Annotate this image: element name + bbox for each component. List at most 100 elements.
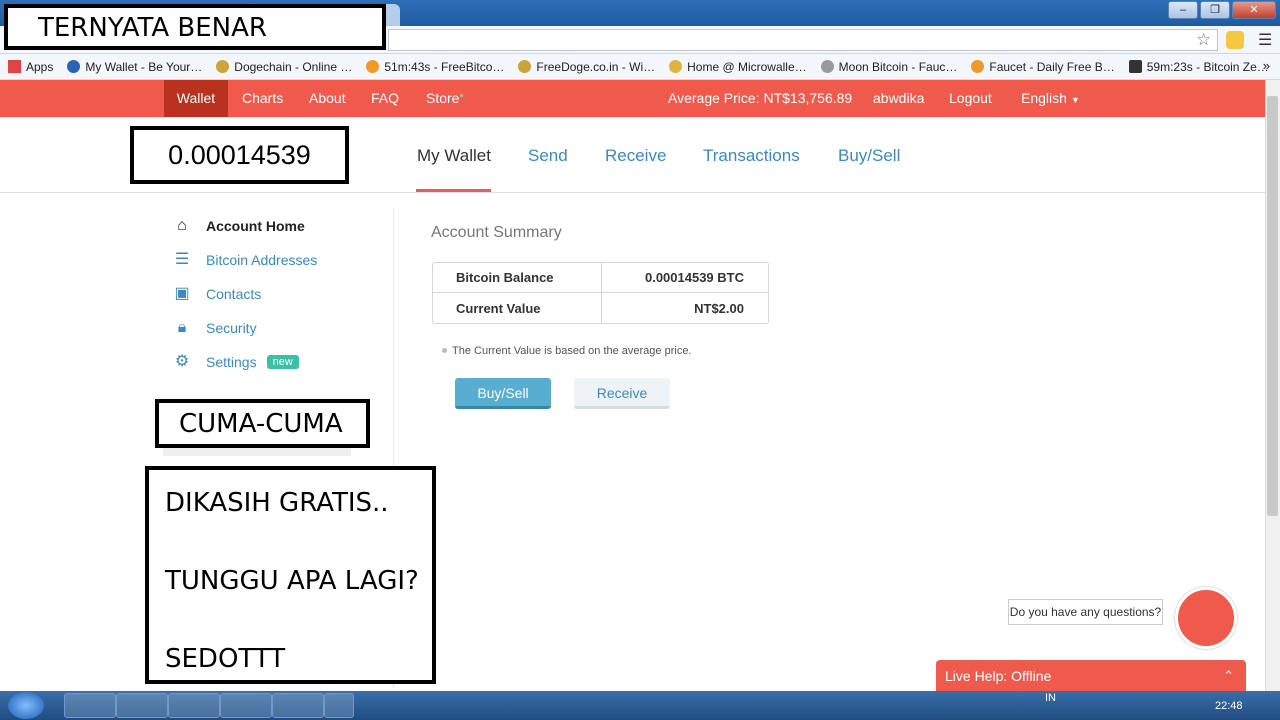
- bookmark-moon-bitcoin[interactable]: Moon Bitcoin - Fauc…: [820, 59, 958, 74]
- gear-icon: ⚙: [174, 353, 190, 370]
- table-column-divider: [601, 263, 602, 323]
- message-line-3: SEDOTTT: [165, 644, 286, 674]
- bookmark-label: Moon Bitcoin - Fauc…: [838, 59, 958, 74]
- bookmark-label: Apps: [26, 59, 54, 74]
- list-icon: ☰: [174, 251, 190, 268]
- message-line-1: DIKASIH GRATIS..: [165, 488, 389, 518]
- sidebar-item-label: Contacts: [206, 286, 262, 302]
- bookmark-bitcoin-zebra[interactable]: 59m:23s - Bitcoin Ze…: [1128, 59, 1269, 74]
- language-indicator[interactable]: IN: [1045, 692, 1056, 704]
- bullet-icon: [442, 348, 447, 353]
- taskbar-clock[interactable]: 22:48: [1215, 700, 1243, 712]
- average-price: Average Price: NT$13,756.89: [668, 90, 853, 106]
- nav-username[interactable]: abwdika: [873, 80, 924, 117]
- bookmark-apps[interactable]: Apps: [8, 60, 53, 74]
- taskbar-app-icon[interactable]: [168, 693, 220, 718]
- minimize-button[interactable]: –: [1168, 1, 1198, 19]
- nav-logout[interactable]: Logout: [949, 80, 992, 117]
- new-badge: new: [266, 355, 299, 369]
- shield-icon: [67, 60, 81, 73]
- sidebar-item-account-home[interactable]: ⌂ Account Home: [172, 216, 305, 236]
- bookmark-freedoge[interactable]: FreeDoge.co.in - Wi…: [518, 60, 655, 74]
- balance-overlay: 0.00014539: [130, 126, 349, 184]
- moon-icon: [820, 60, 834, 73]
- message-line-2: TUNGGU APA LAGI?: [165, 566, 419, 596]
- sidebar-item-label: Security: [206, 320, 257, 336]
- address-bar[interactable]: [388, 29, 1218, 51]
- sidebar-item-label: Account Home: [206, 218, 305, 234]
- lock-icon: 🔒︎: [177, 319, 187, 336]
- bookmark-freebitco[interactable]: 51m:43s - FreeBitco…: [366, 60, 504, 74]
- sidebar-item-label: Settings: [206, 354, 257, 370]
- contacts-icon: ▣: [174, 285, 190, 302]
- bookmark-faucet[interactable]: Faucet - Daily Free B…: [971, 59, 1115, 74]
- chat-agent-avatar[interactable]: [1175, 587, 1237, 649]
- taskbar-explorer-icon[interactable]: [64, 693, 116, 718]
- nav-store-label: Store: [426, 90, 460, 106]
- system-tray[interactable]: IN: [1045, 692, 1056, 704]
- receive-button[interactable]: Receive: [574, 378, 670, 409]
- nav-faq[interactable]: FAQ: [371, 80, 399, 117]
- sidebar-item-contacts[interactable]: ▣ Contacts: [172, 284, 261, 304]
- nav-store[interactable]: Store*: [426, 80, 464, 117]
- header-divider: [0, 192, 1265, 193]
- sidebar-item-settings[interactable]: ⚙ Settings new: [172, 352, 299, 372]
- bookmark-label: 59m:23s - Bitcoin Ze…: [1146, 59, 1269, 74]
- nav-charts[interactable]: Charts: [242, 80, 283, 117]
- bookmark-my-wallet[interactable]: My Wallet - Be Your…: [67, 60, 202, 74]
- apps-icon: [8, 60, 21, 73]
- tab-buy-sell[interactable]: Buy/Sell: [838, 146, 900, 166]
- bitcoin-icon: [971, 60, 985, 73]
- buy-sell-button[interactable]: Buy/Sell: [455, 378, 551, 409]
- language-dropdown[interactable]: English ▼: [1021, 80, 1080, 117]
- bookmark-label: Home @ Microwalle…: [687, 59, 807, 74]
- current-value-note: The Current Value is based on the averag…: [452, 345, 692, 357]
- taskbar-app-icon[interactable]: [324, 693, 354, 718]
- microwallet-icon: [669, 60, 683, 73]
- scrollbar-thumb[interactable]: [1267, 96, 1278, 516]
- tab-transactions[interactable]: Transactions: [703, 146, 800, 166]
- current-value-label: Current Value: [456, 301, 541, 316]
- chat-prompt[interactable]: Do you have any questions?: [1008, 599, 1163, 625]
- bitcoin-icon: [366, 60, 380, 73]
- account-summary-title: Account Summary: [431, 224, 562, 241]
- language-label: English: [1021, 90, 1067, 106]
- cuma-overlay: CUMA-CUMA: [155, 399, 370, 448]
- tab-send[interactable]: Send: [528, 146, 568, 166]
- extension-icon[interactable]: [1226, 31, 1244, 49]
- taskbar-app-icon[interactable]: [220, 693, 272, 718]
- live-help-label: Live Help: Offline: [945, 668, 1052, 684]
- close-window-button[interactable]: ✕: [1232, 1, 1276, 19]
- start-button[interactable]: [8, 692, 44, 719]
- message-overlay: DIKASIH GRATIS.. TUNGGU APA LAGI? SEDOTT…: [145, 466, 436, 684]
- bitcoin-balance-label: Bitcoin Balance: [456, 270, 554, 285]
- tab-receive[interactable]: Receive: [605, 146, 666, 166]
- caret-down-icon: ▼: [1070, 95, 1080, 105]
- home-icon: ⌂: [177, 217, 187, 234]
- sidebar-item-bitcoin-addresses[interactable]: ☰ Bitcoin Addresses: [172, 250, 317, 270]
- bookmarks-bar: Apps My Wallet - Be Your… Dogechain - On…: [0, 54, 1280, 80]
- browser-menu-icon[interactable]: ☰: [1258, 30, 1272, 50]
- bookmark-star-icon[interactable]: ☆: [1196, 30, 1211, 50]
- title-overlay: TERNYATA BENAR: [4, 4, 386, 50]
- tab-my-wallet[interactable]: My Wallet: [417, 146, 491, 166]
- maximize-button[interactable]: ❐: [1200, 1, 1230, 19]
- doge-icon: [216, 60, 230, 73]
- taskbar-chrome-icon[interactable]: [116, 693, 168, 718]
- bookmark-label: Faucet - Daily Free B…: [989, 59, 1115, 74]
- bookmark-label: Dogechain - Online …: [234, 59, 353, 74]
- bookmark-label: FreeDoge.co.in - Wi…: [536, 59, 656, 74]
- sidebar-item-security[interactable]: 🔒︎ Security: [172, 318, 257, 338]
- nav-wallet[interactable]: Wallet: [164, 80, 228, 117]
- taskbar-app-icon[interactable]: [272, 693, 324, 718]
- bookmark-label: My Wallet - Be Your…: [85, 59, 203, 74]
- bookmark-microwallet[interactable]: Home @ Microwalle…: [669, 60, 807, 74]
- live-help-bar[interactable]: Live Help: Offline ⌃: [936, 660, 1246, 692]
- bitcoin-balance-value: 0.00014539 BTC: [644, 270, 744, 285]
- bookmarks-overflow-icon[interactable]: »: [1263, 58, 1270, 73]
- bookmark-label: 51m:43s - FreeBitco…: [384, 59, 505, 74]
- chevron-up-icon: ⌃: [1223, 668, 1234, 683]
- star-icon: *: [459, 92, 464, 104]
- nav-about[interactable]: About: [309, 80, 346, 117]
- bookmark-dogechain[interactable]: Dogechain - Online …: [216, 60, 352, 74]
